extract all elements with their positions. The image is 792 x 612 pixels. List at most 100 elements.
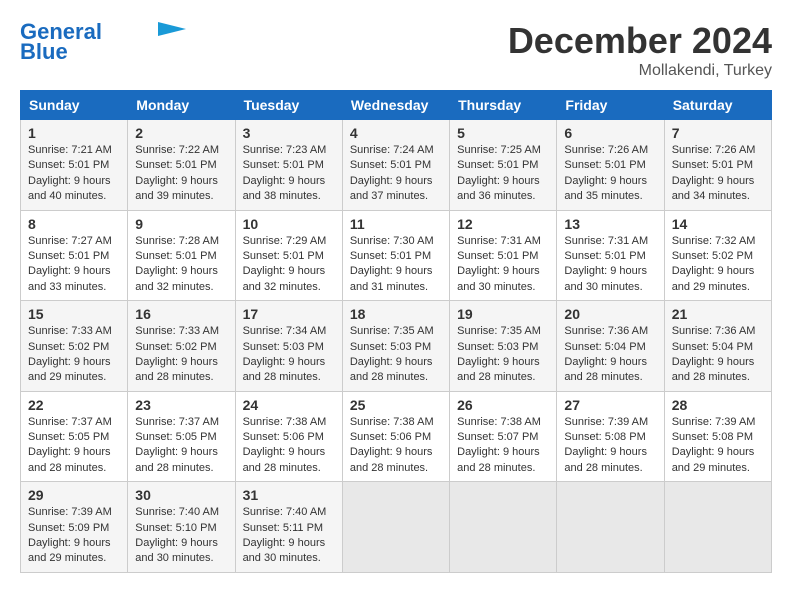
calendar-week-row: 8Sunrise: 7:27 AM Sunset: 5:01 PM Daylig… <box>21 210 772 301</box>
calendar-cell: 10 Sunrise: 7:29 AM Sunset: 5:01 PM Dayli… <box>235 210 342 301</box>
calendar-cell: 25 Sunrise: 7:38 AM Sunset: 5:06 PM Dayli… <box>342 391 449 482</box>
day-number: 31 <box>243 487 335 503</box>
cell-text: Sunrise: 7:24 AM Sunset: 5:01 PM Dayligh… <box>350 143 442 205</box>
logo-arrow-icon <box>158 22 186 36</box>
calendar-cell: 2 Sunrise: 7:22 AM Sunset: 5:01 PM Daylig… <box>128 120 235 211</box>
calendar-cell: 4Sunrise: 7:24 AM Sunset: 5:01 PM Daylig… <box>342 120 449 211</box>
header-day-monday: Monday <box>128 91 235 120</box>
cell-text: Sunrise: 7:34 AM Sunset: 5:03 PM Dayligh… <box>243 324 335 386</box>
calendar-cell: 12 Sunrise: 7:31 AM Sunset: 5:01 PM Dayli… <box>450 210 557 301</box>
header-day-wednesday: Wednesday <box>342 91 449 120</box>
day-number: 2 <box>135 125 227 141</box>
calendar-cell: 13 Sunrise: 7:31 AM Sunset: 5:01 PM Dayli… <box>557 210 664 301</box>
cell-text: Sunrise: 7:21 AM Sunset: 5:01 PM Dayligh… <box>28 143 120 205</box>
day-number: 5 <box>457 125 549 141</box>
cell-text: Sunrise: 7:31 AM Sunset: 5:01 PM Dayligh… <box>564 234 656 296</box>
day-number: 20 <box>564 306 656 322</box>
calendar-cell: 23 Sunrise: 7:37 AM Sunset: 5:05 PM Dayli… <box>128 391 235 482</box>
calendar-body: 1 Sunrise: 7:21 AM Sunset: 5:01 PM Daylig… <box>21 120 772 573</box>
cell-text: Sunrise: 7:37 AM Sunset: 5:05 PM Dayligh… <box>135 415 227 477</box>
cell-text: Sunrise: 7:39 AM Sunset: 5:09 PM Dayligh… <box>28 505 120 567</box>
day-number: 17 <box>243 306 335 322</box>
cell-text: Sunrise: 7:26 AM Sunset: 5:01 PM Dayligh… <box>672 143 764 205</box>
calendar-cell: 11Sunrise: 7:30 AM Sunset: 5:01 PM Dayli… <box>342 210 449 301</box>
calendar-cell: 5 Sunrise: 7:25 AM Sunset: 5:01 PM Daylig… <box>450 120 557 211</box>
cell-text: Sunrise: 7:38 AM Sunset: 5:06 PM Dayligh… <box>350 415 442 477</box>
calendar-week-row: 1 Sunrise: 7:21 AM Sunset: 5:01 PM Daylig… <box>21 120 772 211</box>
cell-text: Sunrise: 7:38 AM Sunset: 5:07 PM Dayligh… <box>457 415 549 477</box>
calendar-cell: 29 Sunrise: 7:39 AM Sunset: 5:09 PM Dayli… <box>21 482 128 573</box>
day-number: 13 <box>564 216 656 232</box>
day-number: 18 <box>350 306 442 322</box>
header-day-saturday: Saturday <box>664 91 771 120</box>
calendar-cell: 22 Sunrise: 7:37 AM Sunset: 5:05 PM Dayli… <box>21 391 128 482</box>
cell-text: Sunrise: 7:27 AM Sunset: 5:01 PM Dayligh… <box>28 234 120 296</box>
calendar-cell: 3 Sunrise: 7:23 AM Sunset: 5:01 PM Daylig… <box>235 120 342 211</box>
cell-text: Sunrise: 7:28 AM Sunset: 5:01 PM Dayligh… <box>135 234 227 296</box>
calendar-cell: 19Sunrise: 7:35 AM Sunset: 5:03 PM Dayli… <box>450 301 557 392</box>
calendar-cell <box>450 482 557 573</box>
day-number: 1 <box>28 125 120 141</box>
day-number: 25 <box>350 397 442 413</box>
calendar-cell: 24 Sunrise: 7:38 AM Sunset: 5:06 PM Dayli… <box>235 391 342 482</box>
cell-text: Sunrise: 7:36 AM Sunset: 5:04 PM Dayligh… <box>672 324 764 386</box>
calendar-cell: 27 Sunrise: 7:39 AM Sunset: 5:08 PM Dayli… <box>557 391 664 482</box>
day-number: 27 <box>564 397 656 413</box>
calendar-cell: 9 Sunrise: 7:28 AM Sunset: 5:01 PM Daylig… <box>128 210 235 301</box>
calendar-cell <box>664 482 771 573</box>
calendar-cell: 30Sunrise: 7:40 AM Sunset: 5:10 PM Dayli… <box>128 482 235 573</box>
calendar-table: SundayMondayTuesdayWednesdayThursdayFrid… <box>20 90 772 573</box>
day-number: 22 <box>28 397 120 413</box>
day-number: 23 <box>135 397 227 413</box>
calendar-subtitle: Mollakendi, Turkey <box>508 62 772 80</box>
day-number: 9 <box>135 216 227 232</box>
day-number: 29 <box>28 487 120 503</box>
cell-text: Sunrise: 7:40 AM Sunset: 5:11 PM Dayligh… <box>243 505 335 567</box>
cell-text: Sunrise: 7:39 AM Sunset: 5:08 PM Dayligh… <box>564 415 656 477</box>
cell-text: Sunrise: 7:40 AM Sunset: 5:10 PM Dayligh… <box>135 505 227 567</box>
calendar-week-row: 29 Sunrise: 7:39 AM Sunset: 5:09 PM Dayli… <box>21 482 772 573</box>
cell-text: Sunrise: 7:37 AM Sunset: 5:05 PM Dayligh… <box>28 415 120 477</box>
calendar-cell: 21 Sunrise: 7:36 AM Sunset: 5:04 PM Dayli… <box>664 301 771 392</box>
cell-text: Sunrise: 7:25 AM Sunset: 5:01 PM Dayligh… <box>457 143 549 205</box>
day-number: 10 <box>243 216 335 232</box>
logo-blue-text: Blue <box>20 40 68 64</box>
cell-text: Sunrise: 7:32 AM Sunset: 5:02 PM Dayligh… <box>672 234 764 296</box>
header-day-thursday: Thursday <box>450 91 557 120</box>
header-day-tuesday: Tuesday <box>235 91 342 120</box>
day-number: 19 <box>457 306 549 322</box>
calendar-cell <box>342 482 449 573</box>
day-number: 24 <box>243 397 335 413</box>
day-number: 15 <box>28 306 120 322</box>
header-day-sunday: Sunday <box>21 91 128 120</box>
day-number: 11 <box>350 216 442 232</box>
cell-text: Sunrise: 7:38 AM Sunset: 5:06 PM Dayligh… <box>243 415 335 477</box>
calendar-cell: 20 Sunrise: 7:36 AM Sunset: 5:04 PM Dayli… <box>557 301 664 392</box>
calendar-cell: 26 Sunrise: 7:38 AM Sunset: 5:07 PM Dayli… <box>450 391 557 482</box>
day-number: 16 <box>135 306 227 322</box>
day-number: 6 <box>564 125 656 141</box>
calendar-cell: 15 Sunrise: 7:33 AM Sunset: 5:02 PM Dayli… <box>21 301 128 392</box>
calendar-cell: 8Sunrise: 7:27 AM Sunset: 5:01 PM Daylig… <box>21 210 128 301</box>
header: General Blue December 2024 Mollakendi, T… <box>20 20 772 80</box>
logo: General Blue <box>20 20 186 64</box>
calendar-cell: 16 Sunrise: 7:33 AM Sunset: 5:02 PM Dayli… <box>128 301 235 392</box>
cell-text: Sunrise: 7:29 AM Sunset: 5:01 PM Dayligh… <box>243 234 335 296</box>
cell-text: Sunrise: 7:26 AM Sunset: 5:01 PM Dayligh… <box>564 143 656 205</box>
calendar-cell <box>557 482 664 573</box>
calendar-cell: 18Sunrise: 7:35 AM Sunset: 5:03 PM Dayli… <box>342 301 449 392</box>
day-number: 12 <box>457 216 549 232</box>
cell-text: Sunrise: 7:33 AM Sunset: 5:02 PM Dayligh… <box>28 324 120 386</box>
cell-text: Sunrise: 7:22 AM Sunset: 5:01 PM Dayligh… <box>135 143 227 205</box>
cell-text: Sunrise: 7:31 AM Sunset: 5:01 PM Dayligh… <box>457 234 549 296</box>
calendar-cell: 28Sunrise: 7:39 AM Sunset: 5:08 PM Dayli… <box>664 391 771 482</box>
day-number: 3 <box>243 125 335 141</box>
calendar-cell: 17 Sunrise: 7:34 AM Sunset: 5:03 PM Dayli… <box>235 301 342 392</box>
day-number: 26 <box>457 397 549 413</box>
calendar-week-row: 15 Sunrise: 7:33 AM Sunset: 5:02 PM Dayli… <box>21 301 772 392</box>
cell-text: Sunrise: 7:23 AM Sunset: 5:01 PM Dayligh… <box>243 143 335 205</box>
day-number: 21 <box>672 306 764 322</box>
cell-text: Sunrise: 7:36 AM Sunset: 5:04 PM Dayligh… <box>564 324 656 386</box>
calendar-cell: 14Sunrise: 7:32 AM Sunset: 5:02 PM Dayli… <box>664 210 771 301</box>
cell-text: Sunrise: 7:33 AM Sunset: 5:02 PM Dayligh… <box>135 324 227 386</box>
